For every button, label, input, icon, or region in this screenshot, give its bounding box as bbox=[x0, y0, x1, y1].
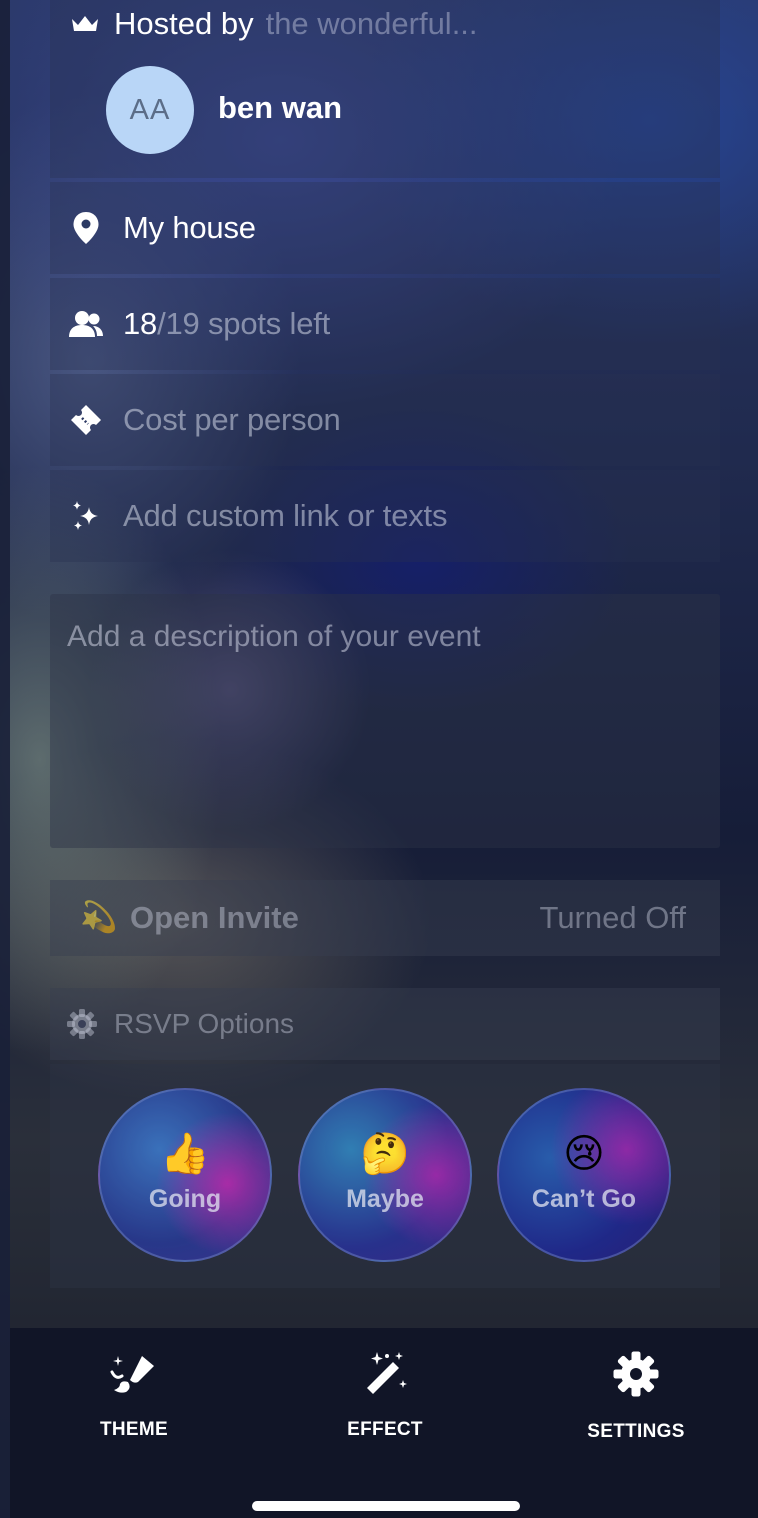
ticket-icon bbox=[68, 402, 104, 438]
crying-face-icon: 😢 bbox=[563, 1131, 605, 1176]
theme-button[interactable]: THEME bbox=[54, 1350, 214, 1441]
home-indicator bbox=[252, 1501, 520, 1511]
thumbs-up-icon: 👍 bbox=[160, 1131, 210, 1176]
users-icon bbox=[68, 306, 104, 342]
description-placeholder: Add a description of your event bbox=[67, 620, 481, 653]
rsvp-options-label: RSVP Options bbox=[114, 1008, 295, 1039]
rsvp-going-button[interactable]: 👍 Going bbox=[98, 1088, 272, 1262]
dizzy-icon: 💫 bbox=[80, 901, 118, 934]
rsvp-going-label: Going bbox=[148, 1184, 222, 1213]
host-subtitle-input[interactable]: the wonderful... bbox=[266, 6, 478, 42]
rsvp-cant-go-label: Can’t Go bbox=[531, 1184, 637, 1213]
spots-text: 18/19 spots left bbox=[123, 306, 330, 342]
open-invite-label: Open Invite bbox=[130, 900, 299, 935]
cost-row[interactable]: Cost per person bbox=[50, 374, 720, 466]
open-invite-row[interactable]: 💫 Open Invite Turned Off bbox=[50, 880, 720, 956]
bottom-toolbar: THEME EFFECT SETTINGS bbox=[10, 1328, 758, 1518]
rsvp-maybe-button[interactable]: 🤔 Maybe bbox=[298, 1088, 472, 1262]
thinking-face-icon: 🤔 bbox=[360, 1131, 410, 1176]
sparkles-icon bbox=[68, 498, 104, 534]
map-pin-icon bbox=[68, 210, 104, 246]
host-name: ben wan bbox=[218, 90, 343, 125]
rsvp-cant-go-button[interactable]: 😢 Can’t Go bbox=[497, 1088, 671, 1262]
spots-taken: 18 bbox=[123, 306, 158, 341]
location-text: My house bbox=[123, 210, 256, 245]
custom-link-row[interactable]: Add custom link or texts bbox=[50, 470, 720, 562]
location-row[interactable]: My house bbox=[50, 182, 720, 274]
left-edge bbox=[0, 0, 10, 1518]
brush-icon bbox=[108, 1350, 160, 1401]
gear-icon bbox=[66, 1008, 98, 1045]
custom-link-input[interactable]: Add custom link or texts bbox=[123, 498, 447, 534]
effect-button[interactable]: EFFECT bbox=[305, 1350, 465, 1441]
host-title: Hosted by the wonderful... bbox=[70, 6, 478, 42]
spots-rest: /19 spots left bbox=[157, 306, 331, 341]
crown-icon bbox=[70, 13, 100, 35]
spots-row[interactable]: 18/19 spots left bbox=[50, 278, 720, 370]
settings-label: SETTINGS bbox=[587, 1421, 685, 1442]
rsvp-maybe-label: Maybe bbox=[346, 1184, 424, 1213]
gear-icon bbox=[612, 1350, 660, 1403]
settings-button[interactable]: SETTINGS bbox=[556, 1350, 716, 1443]
magic-wand-icon bbox=[359, 1350, 411, 1401]
effect-label: EFFECT bbox=[347, 1419, 423, 1440]
description-textarea[interactable]: Add a description of your event bbox=[50, 594, 720, 848]
open-invite-status: Turned Off bbox=[539, 900, 686, 935]
rsvp-options-panel: 👍 Going 🤔 Maybe 😢 Can’t Go bbox=[50, 1064, 720, 1288]
avatar[interactable]: AA bbox=[106, 66, 194, 154]
theme-label: THEME bbox=[100, 1419, 168, 1440]
rsvp-options-header[interactable]: RSVP Options bbox=[50, 988, 720, 1060]
hosted-by-label: Hosted by bbox=[114, 6, 254, 41]
host-panel: Hosted by the wonderful... AA ben wan bbox=[50, 0, 720, 178]
cost-input[interactable]: Cost per person bbox=[123, 402, 341, 438]
